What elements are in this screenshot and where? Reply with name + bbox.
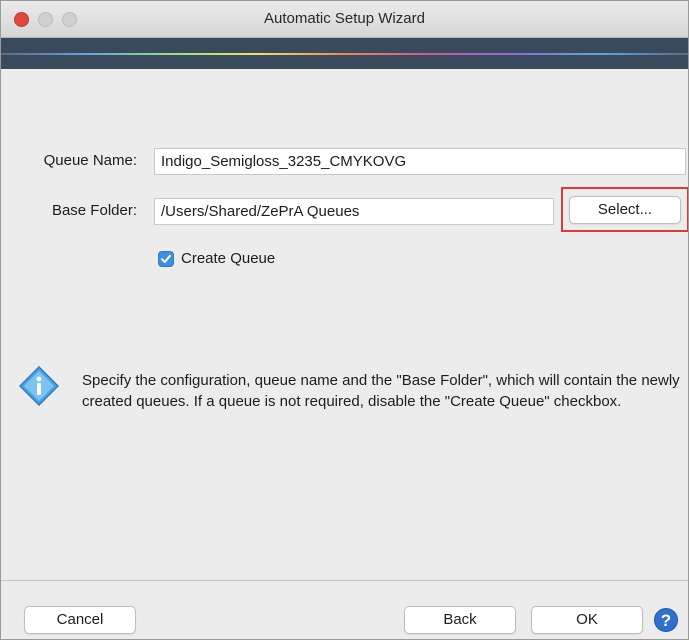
ok-button[interactable]: OK [531,606,643,634]
info-icon [18,365,60,411]
banner-rainbow-stripe [1,53,688,55]
queue-name-input[interactable]: Indigo_Semigloss_3235_CMYKOVG [154,148,686,175]
cancel-button[interactable]: Cancel [24,606,136,634]
header-banner [1,38,688,69]
base-folder-label: Base Folder: [51,202,137,219]
select-button-highlight [561,187,688,232]
window-title: Automatic Setup Wizard [264,10,425,27]
checkmark-icon [161,254,171,263]
wizard-window: Automatic Setup Wizard Queue Name: Indig… [0,0,689,640]
title-bar: Automatic Setup Wizard [1,1,688,38]
help-button[interactable]: ? [654,608,678,632]
back-button[interactable]: Back [404,606,516,634]
info-description: Specify the configuration, queue name an… [82,372,680,410]
queue-name-label: Queue Name: [43,152,137,169]
create-queue-label: Create Queue [181,250,276,267]
create-queue-checkbox[interactable] [158,251,174,267]
footer-divider [1,580,688,581]
base-folder-input[interactable]: /Users/Shared/ZePrA Queues [154,198,554,225]
